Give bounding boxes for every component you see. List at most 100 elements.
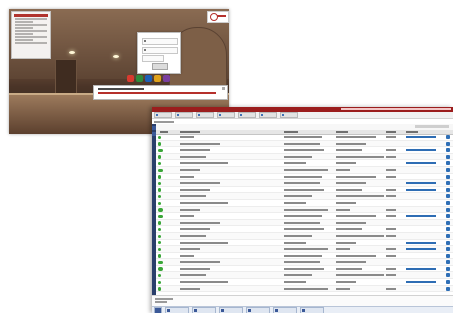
table-row[interactable] <box>156 246 453 253</box>
menu-item[interactable] <box>15 18 47 20</box>
toolbar-button[interactable] <box>259 112 277 118</box>
pagination[interactable] <box>415 125 449 128</box>
row-action-icon[interactable] <box>446 280 450 285</box>
table-row[interactable] <box>156 200 453 207</box>
table-cell <box>284 261 320 264</box>
menu-item[interactable] <box>15 30 47 32</box>
table-row[interactable] <box>156 226 453 233</box>
table-row[interactable] <box>156 187 453 194</box>
table-row[interactable] <box>156 259 453 266</box>
menu-item[interactable] <box>15 33 33 35</box>
email-link[interactable] <box>406 149 436 152</box>
column-header[interactable] <box>160 131 168 133</box>
email-link[interactable] <box>406 281 436 284</box>
toolbar-button[interactable] <box>238 112 256 118</box>
table-row[interactable] <box>156 240 453 247</box>
email-link[interactable] <box>406 188 436 191</box>
row-action-icon[interactable] <box>446 227 450 232</box>
email-link[interactable] <box>406 182 436 185</box>
taskbar-item[interactable] <box>300 307 324 313</box>
taskbar-item[interactable] <box>192 307 216 313</box>
column-header[interactable] <box>386 131 396 133</box>
app-icon-1[interactable] <box>127 75 134 82</box>
taskbar-item[interactable] <box>219 307 243 313</box>
row-action-icon[interactable] <box>446 273 450 278</box>
row-action-icon[interactable] <box>446 174 450 179</box>
column-header[interactable] <box>336 131 348 133</box>
menu-item[interactable] <box>15 39 33 41</box>
table-row[interactable] <box>156 160 453 167</box>
row-action-icon[interactable] <box>446 154 450 159</box>
toolbar-button[interactable] <box>280 112 298 118</box>
table-row[interactable] <box>156 147 453 154</box>
table-row[interactable] <box>156 193 453 200</box>
column-header[interactable] <box>406 131 418 133</box>
row-action-icon[interactable] <box>446 135 450 139</box>
table-row[interactable] <box>156 219 453 227</box>
row-action-icon[interactable] <box>446 167 450 172</box>
login-button[interactable] <box>152 63 168 70</box>
row-action-icon[interactable] <box>446 253 450 258</box>
menu-item[interactable] <box>15 21 33 23</box>
table-row[interactable] <box>156 279 453 286</box>
menu-item[interactable] <box>15 27 33 29</box>
username-field[interactable] <box>142 38 178 45</box>
email-link[interactable] <box>406 267 436 270</box>
email-link[interactable] <box>406 248 436 251</box>
table-row[interactable] <box>156 180 453 187</box>
row-action-icon[interactable] <box>446 240 450 245</box>
row-action-icon[interactable] <box>446 260 450 265</box>
row-action-icon[interactable] <box>446 181 450 186</box>
email-link[interactable] <box>406 162 436 165</box>
password-field[interactable] <box>142 47 178 54</box>
row-action-icon[interactable] <box>446 141 450 146</box>
menu-item[interactable] <box>15 24 47 26</box>
app-icon-2[interactable] <box>136 75 143 82</box>
table-row[interactable] <box>156 166 453 174</box>
column-header[interactable] <box>180 131 200 133</box>
toolbar-button[interactable] <box>175 112 193 118</box>
row-action-icon[interactable] <box>446 187 450 192</box>
table-row[interactable] <box>156 153 453 161</box>
app-icon-4[interactable] <box>154 75 161 82</box>
app-icon-3[interactable] <box>145 75 152 82</box>
row-action-icon[interactable] <box>446 214 450 219</box>
email-link[interactable] <box>406 215 436 218</box>
start-button[interactable] <box>154 307 162 313</box>
table-row[interactable] <box>156 266 453 273</box>
row-action-icon[interactable] <box>446 233 450 238</box>
taskbar-item[interactable] <box>246 307 270 313</box>
table-row[interactable] <box>156 213 453 220</box>
email-link[interactable] <box>406 241 436 244</box>
row-action-icon[interactable] <box>446 247 450 252</box>
email-link[interactable] <box>406 136 436 138</box>
taskbar-item[interactable] <box>273 307 297 313</box>
table-row[interactable] <box>156 253 453 260</box>
row-action-icon[interactable] <box>446 200 450 205</box>
close-icon[interactable] <box>222 87 225 90</box>
row-action-icon[interactable] <box>446 220 450 225</box>
toolbar-button[interactable] <box>196 112 214 118</box>
table-row[interactable] <box>156 272 453 280</box>
taskbar-item[interactable] <box>165 307 189 313</box>
app-icon-5[interactable] <box>163 75 170 82</box>
row-action-icon[interactable] <box>446 194 450 199</box>
table-row[interactable] <box>156 232 453 240</box>
row-action-icon[interactable] <box>446 286 450 291</box>
menu-item[interactable] <box>15 36 47 38</box>
table-row[interactable] <box>156 174 453 181</box>
toolbar-button[interactable] <box>217 112 235 118</box>
row-action-icon[interactable] <box>446 161 450 166</box>
option-field[interactable] <box>142 55 164 62</box>
column-header[interactable] <box>284 131 298 133</box>
row-action-icon[interactable] <box>446 266 450 271</box>
row-action-icon[interactable] <box>446 148 450 153</box>
table-row[interactable] <box>156 206 453 214</box>
table-cell <box>180 274 206 277</box>
table-row[interactable] <box>156 134 453 141</box>
menu-item[interactable] <box>15 42 47 44</box>
table-row[interactable] <box>156 285 453 293</box>
table-row[interactable] <box>156 140 453 148</box>
toolbar-button[interactable] <box>154 112 172 118</box>
row-action-icon[interactable] <box>446 207 450 212</box>
